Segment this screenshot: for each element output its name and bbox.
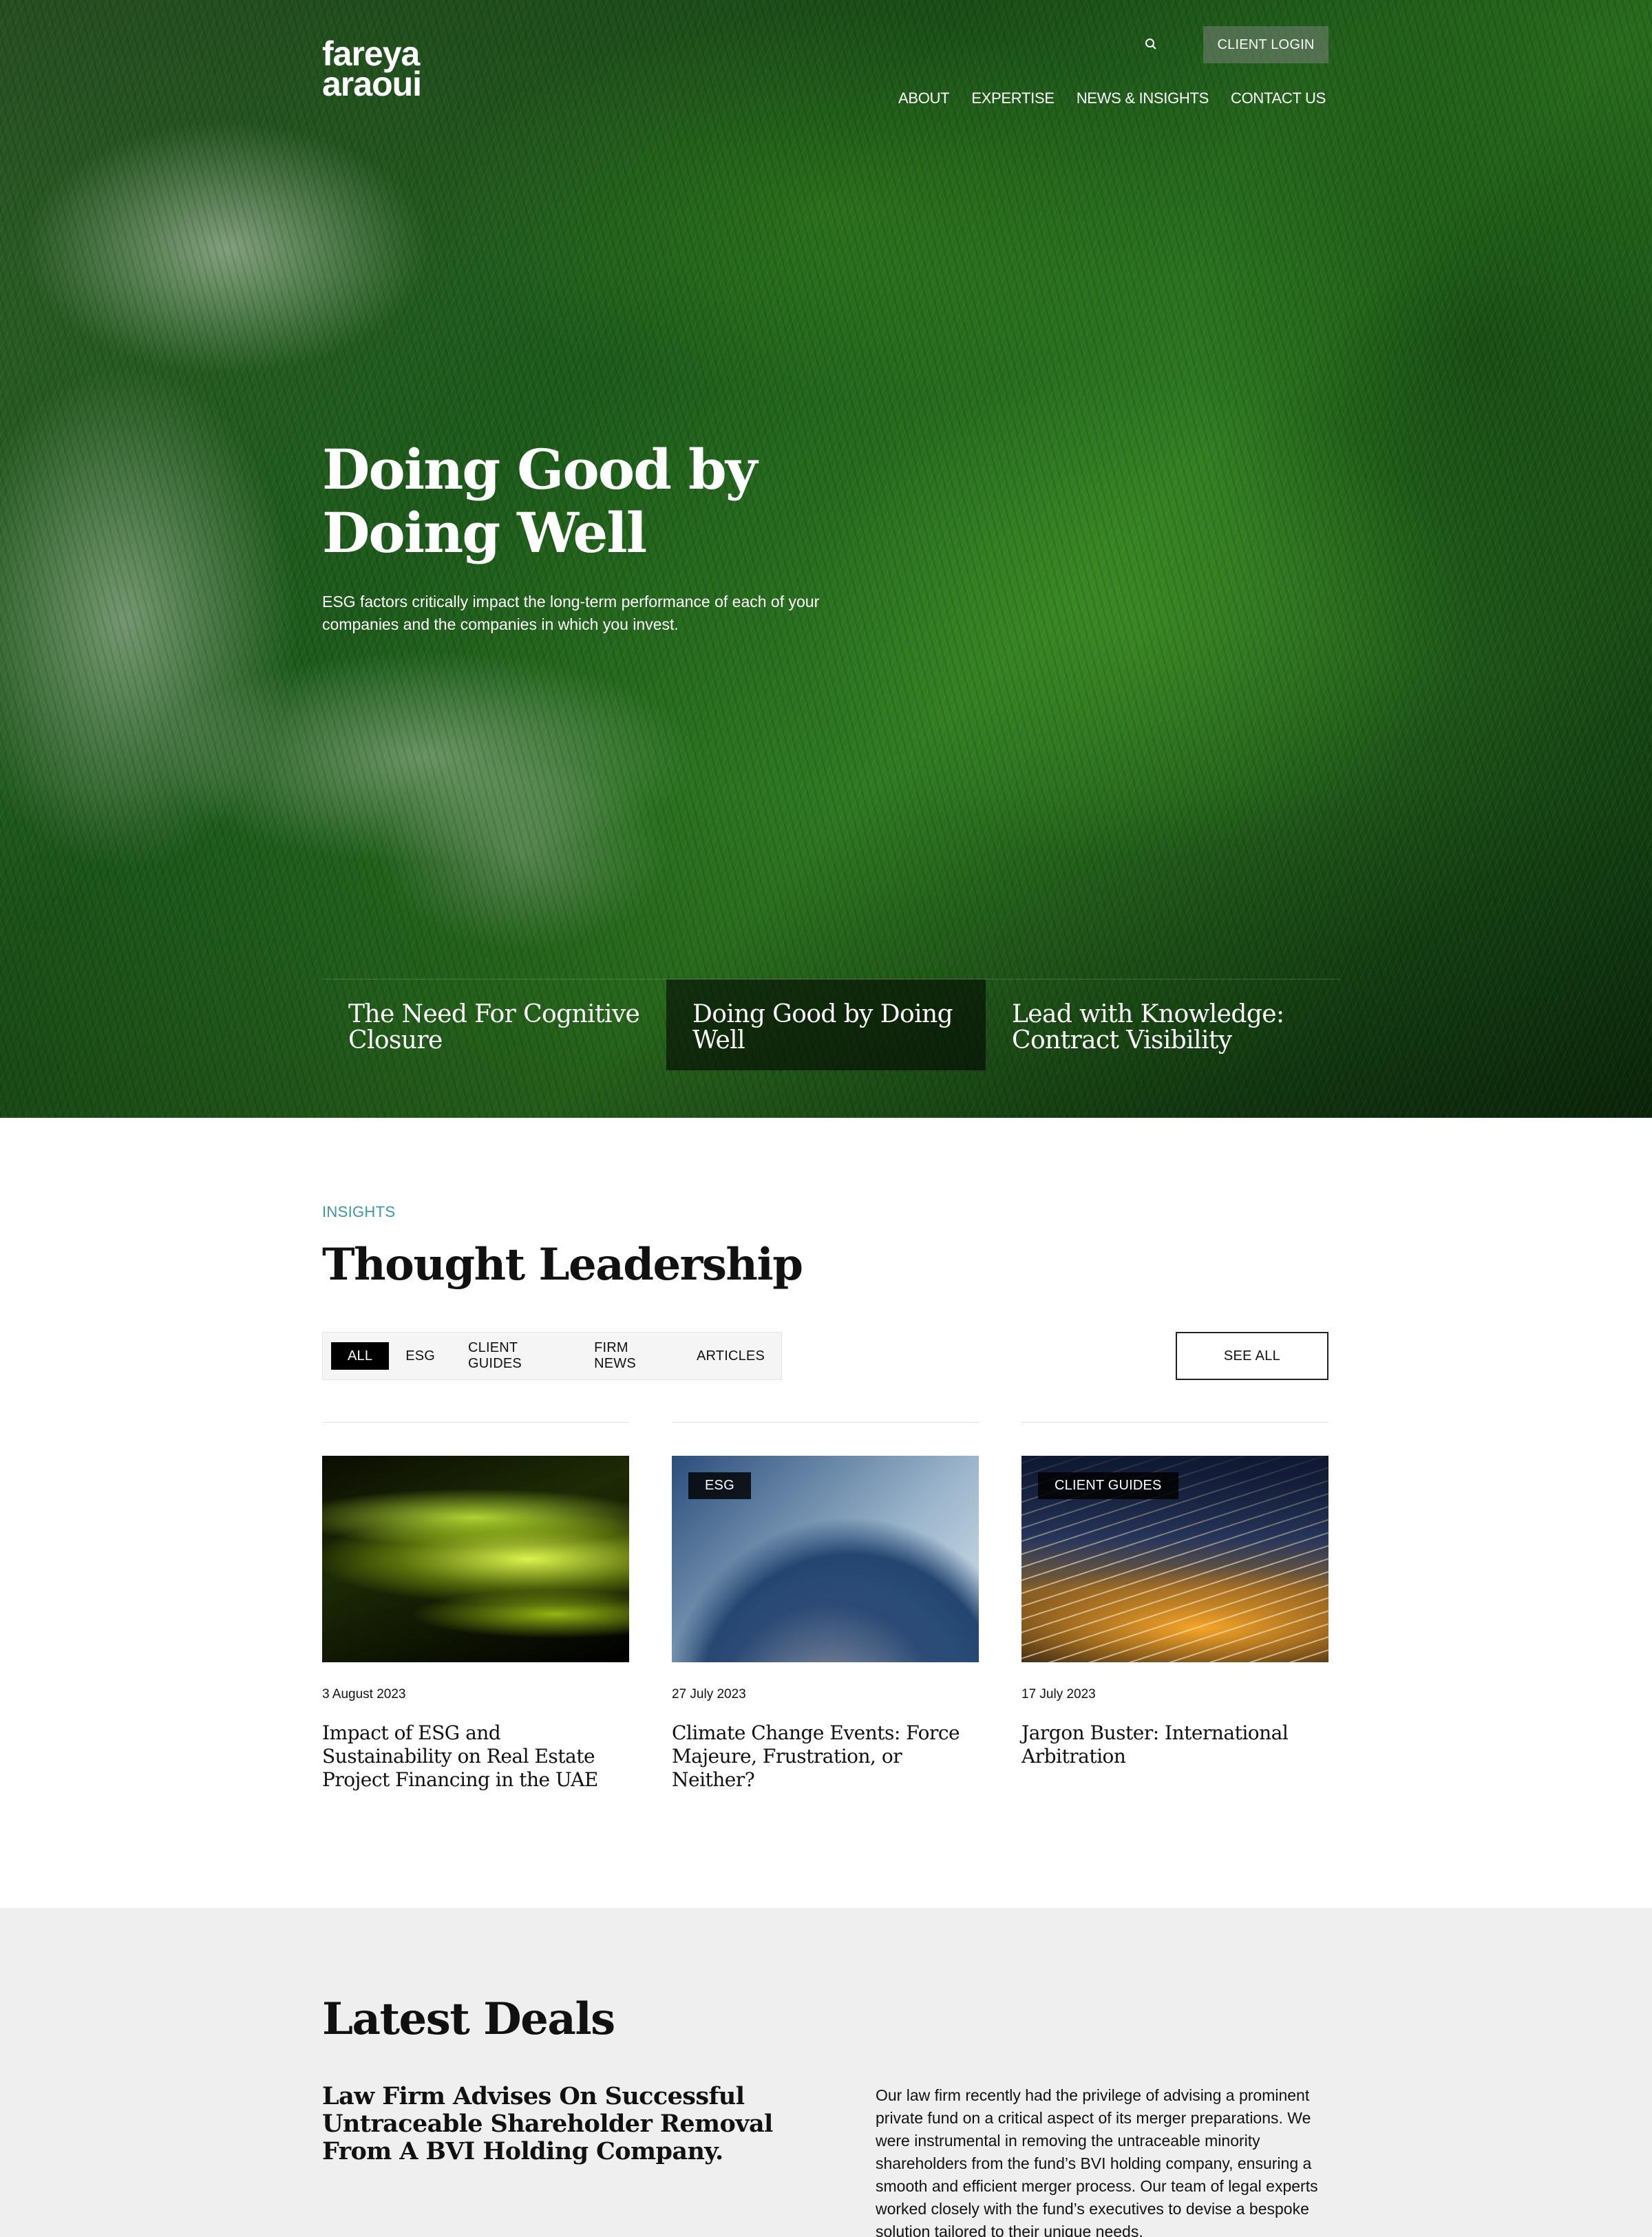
card-tag: ESG: [688, 1472, 751, 1499]
filter-firm-news[interactable]: FIRM NEWS: [578, 1340, 680, 1371]
card-title[interactable]: Jargon Buster: International Arbitration: [1021, 1721, 1328, 1768]
card-tag-wrapper: CLIENT GUIDES: [1021, 1456, 1328, 1662]
slide-tab-1[interactable]: The Need For Cognitive Closure: [322, 979, 666, 1070]
hero-title: Doing Good by Doing Well: [322, 437, 757, 565]
slide-tab-2[interactable]: Doing Good by Doing Well: [666, 979, 986, 1070]
filter-all[interactable]: ALL: [331, 1342, 390, 1370]
insight-card[interactable]: 3 August 2023 Impact of ESG and Sustaina…: [322, 1422, 629, 1792]
deal-headline[interactable]: Law Firm Advises On Successful Untraceab…: [322, 2083, 818, 2165]
nav-item-news-insights[interactable]: NEWS & INSIGHTS: [1077, 89, 1209, 107]
search-button[interactable]: [1139, 32, 1163, 56]
card-date: 3 August 2023: [322, 1687, 406, 1701]
site-logo[interactable]: fareya araoui: [322, 36, 422, 103]
see-all-button[interactable]: SEE ALL: [1176, 1332, 1328, 1380]
nav-item-contact-us[interactable]: CONTACT US: [1231, 89, 1326, 107]
latest-deals-section: Latest Deals Law Firm Advises On Success…: [0, 1908, 1652, 2237]
slide-tab-3[interactable]: Lead with Knowledge: Contract Visibility: [986, 979, 1330, 1070]
insight-card[interactable]: CLIENT GUIDES 17 July 2023 Jargon Buster…: [1021, 1422, 1328, 1792]
insights-title: Thought Leadership: [322, 1239, 803, 1291]
insight-card[interactable]: ESG 27 July 2023 Climate Change Events: …: [672, 1422, 979, 1792]
hero-slide-selector: The Need For Cognitive Closure Doing Goo…: [322, 979, 1339, 1070]
logo-line-2: araoui: [322, 65, 422, 103]
filter-bar: ALL ESG CLIENT GUIDES FIRM NEWS ARTICLES: [322, 1332, 782, 1380]
filter-esg[interactable]: ESG: [389, 1342, 452, 1370]
search-icon: [1145, 39, 1156, 50]
deal-description: Our law firm recently had the privilege …: [876, 2086, 1318, 2237]
insight-cards: 3 August 2023 Impact of ESG and Sustaina…: [322, 1422, 1328, 1792]
deals-title: Latest Deals: [322, 1993, 615, 2045]
filter-client-guides[interactable]: CLIENT GUIDES: [452, 1340, 578, 1371]
insights-section: INSIGHTS Thought Leadership ALL ESG CLIE…: [0, 1118, 1652, 1908]
card-date: 27 July 2023: [672, 1687, 746, 1701]
card-tag: CLIENT GUIDES: [1038, 1472, 1178, 1499]
card-image-city-highway[interactable]: CLIENT GUIDES: [1021, 1456, 1328, 1662]
card-image-globe[interactable]: ESG: [672, 1456, 979, 1662]
hero-subtitle: ESG factors critically impact the long-t…: [322, 593, 820, 633]
nav-item-about[interactable]: ABOUT: [898, 89, 950, 107]
insights-eyebrow: INSIGHTS: [322, 1203, 396, 1220]
card-image-green-light-streaks[interactable]: [322, 1456, 629, 1662]
card-date: 17 July 2023: [1021, 1687, 1096, 1701]
main-nav: ABOUT EXPERTISE NEWS & INSIGHTS CONTACT …: [898, 89, 1326, 107]
nav-item-expertise[interactable]: EXPERTISE: [971, 89, 1055, 107]
client-login-button[interactable]: CLIENT LOGIN: [1203, 26, 1328, 63]
hero-section: fareya araoui CLIENT LOGIN ABOUT EXPERTI…: [0, 0, 1652, 1118]
card-title[interactable]: Impact of ESG and Sustainability on Real…: [322, 1721, 629, 1792]
card-title[interactable]: Climate Change Events: Force Majeure, Fr…: [672, 1721, 979, 1792]
filter-articles[interactable]: ARTICLES: [680, 1342, 781, 1370]
